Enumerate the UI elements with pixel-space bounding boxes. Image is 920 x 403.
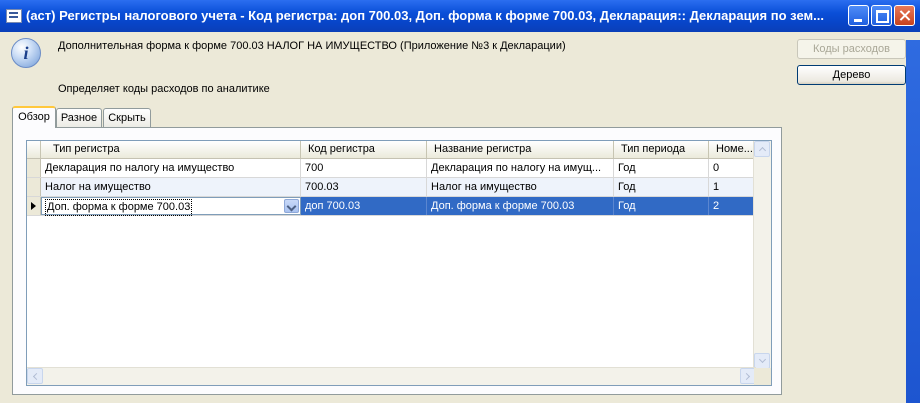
tab-hide[interactable]: Скрыть [103, 108, 151, 127]
table-row[interactable]: Налог на имущество 700.03 Налог на имуще… [27, 178, 756, 197]
chevron-down-icon[interactable] [284, 199, 299, 213]
vertical-scrollbar[interactable] [753, 141, 771, 369]
scrollbar-corner [754, 368, 771, 385]
row-selector-header [27, 141, 41, 158]
cell-type[interactable]: Налог на имущество [41, 178, 301, 196]
row-selector[interactable] [27, 197, 41, 215]
form-subtext: Определяет коды расходов по аналитике [58, 83, 270, 95]
minimize-icon [849, 6, 868, 25]
tab-panel: Тип регистра Код регистра Название регис… [12, 127, 782, 395]
cell-code[interactable]: 700.03 [301, 178, 427, 196]
scroll-left-icon[interactable] [27, 368, 43, 384]
window-title: (аст) Регистры налогового учета - Код ре… [26, 8, 824, 23]
maximize-icon [872, 6, 891, 25]
column-header-period[interactable]: Тип периода [614, 141, 709, 158]
column-header-code[interactable]: Код регистра [301, 141, 427, 158]
window-edge [906, 40, 920, 403]
maximize-button[interactable] [871, 5, 892, 26]
column-header-type[interactable]: Тип регистра [41, 141, 301, 158]
current-row-arrow-icon [31, 202, 36, 210]
cell-period[interactable]: Год [614, 197, 709, 215]
cell-number[interactable]: 2 [709, 197, 756, 215]
cell-period[interactable]: Год [614, 159, 709, 177]
cell-name[interactable]: Налог на имущество [427, 178, 614, 196]
window-icon[interactable] [6, 9, 22, 23]
cell-number[interactable]: 0 [709, 159, 756, 177]
form-description: Дополнительная форма к форме 700.03 НАЛО… [58, 40, 566, 52]
horizontal-scrollbar[interactable] [27, 367, 756, 385]
close-button[interactable] [894, 5, 915, 26]
row-selector[interactable] [27, 178, 41, 196]
type-combobox[interactable]: Доп. форма к форме 700.03 [41, 197, 301, 216]
column-header-name[interactable]: Название регистра [427, 141, 614, 158]
cell-code[interactable]: доп 700.03 [301, 197, 427, 215]
combobox-value: Доп. форма к форме 700.03 [45, 199, 193, 216]
tab-misc[interactable]: Разное [56, 108, 102, 127]
title-bar[interactable]: (аст) Регистры налогового учета - Код ре… [0, 0, 920, 32]
info-icon: i [11, 38, 41, 68]
scroll-up-icon[interactable] [754, 141, 770, 157]
table-row[interactable]: Декларация по налогу на имущество 700 Де… [27, 159, 756, 178]
column-header-number[interactable]: Номе... [709, 141, 756, 158]
scroll-down-icon[interactable] [754, 353, 770, 369]
cell-code[interactable]: 700 [301, 159, 427, 177]
cell-number[interactable]: 1 [709, 178, 756, 196]
tree-button[interactable]: Дерево [797, 65, 906, 85]
grid-header: Тип регистра Код регистра Название регис… [27, 141, 756, 159]
expense-codes-button[interactable]: Коды расходов [797, 39, 906, 59]
minimize-button[interactable] [848, 5, 869, 26]
cell-name[interactable]: Декларация по налогу на имущ... [427, 159, 614, 177]
cell-type[interactable]: Декларация по налогу на имущество [41, 159, 301, 177]
cell-period[interactable]: Год [614, 178, 709, 196]
tab-overview[interactable]: Обзор [12, 106, 56, 128]
registers-grid: Тип регистра Код регистра Название регис… [26, 140, 772, 386]
table-row-selected[interactable]: Доп. форма к форме 700.03 доп 700.03 Доп… [27, 197, 756, 216]
close-icon [895, 6, 914, 25]
cell-name[interactable]: Доп. форма к форме 700.03 [427, 197, 614, 215]
row-selector[interactable] [27, 159, 41, 177]
